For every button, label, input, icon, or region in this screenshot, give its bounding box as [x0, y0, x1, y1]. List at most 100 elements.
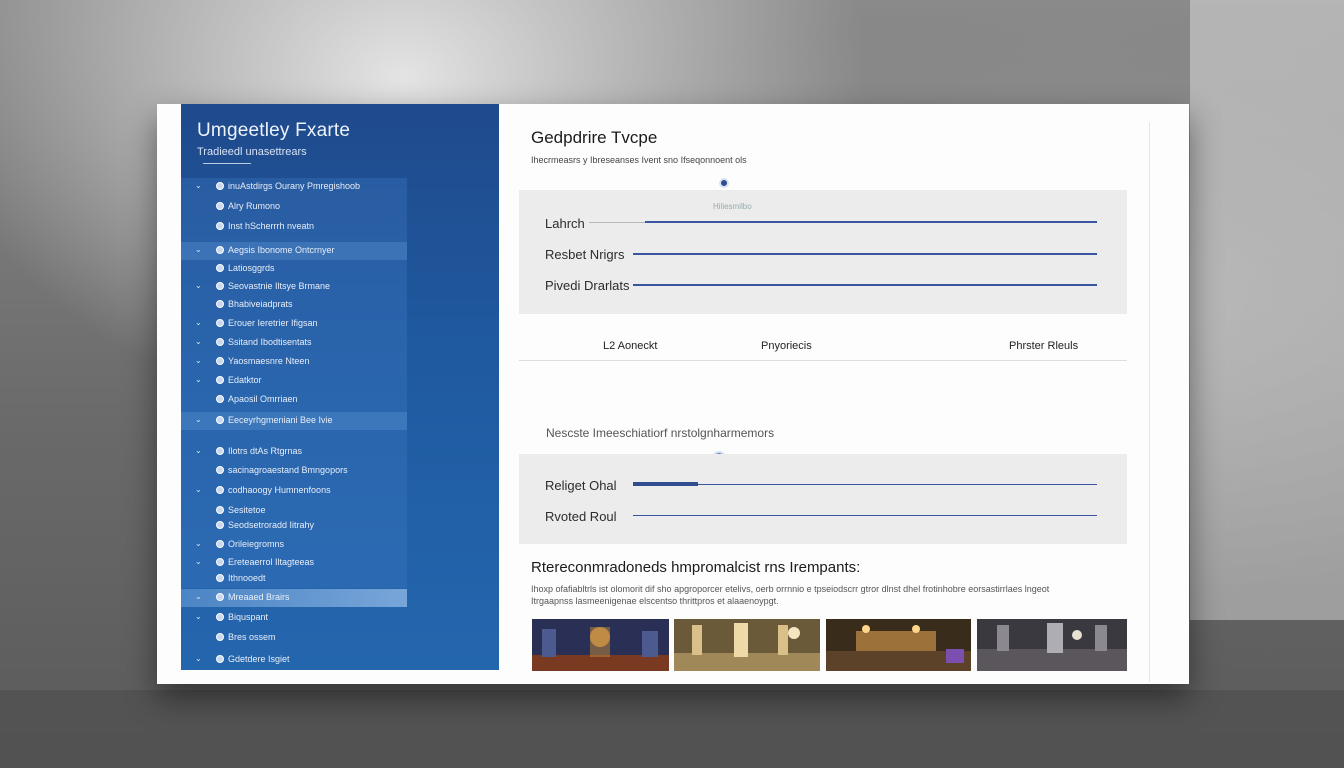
- chevron-down-icon[interactable]: ⌄: [195, 337, 202, 346]
- sidebar-item-label: sacinagroaestand Bmngopors: [228, 465, 348, 475]
- sidebar-item-label: Alry Rumono: [228, 201, 281, 211]
- thumbnail-photo-icon: [977, 619, 1127, 671]
- sidebar-item-label: Biquspant: [228, 612, 269, 622]
- progress-card: Religet Ohal Rvoted Roul: [519, 454, 1127, 544]
- sidebar-item-label: Bhabiveiadprats: [228, 299, 293, 309]
- sidebar-item[interactable]: Bhabiveiadprats: [181, 296, 407, 314]
- chevron-down-icon[interactable]: ⌄: [195, 485, 202, 494]
- sidebar-item[interactable]: sacinagroaestand Bmngopors: [181, 462, 407, 480]
- row-slider[interactable]: [633, 515, 1097, 516]
- chevron-down-icon[interactable]: ⌄: [195, 245, 202, 254]
- sidebar-item[interactable]: Apaosil Omrriaen: [181, 391, 407, 409]
- card-row-label: Resbet Nrigrs: [545, 247, 625, 262]
- progress-track: [633, 484, 1097, 485]
- thumbnail-image[interactable]: [826, 619, 971, 671]
- bullet-icon: [216, 246, 224, 254]
- sidebar-item[interactable]: ⌄ Seovastnie Iltsye Brmane: [181, 278, 407, 296]
- progress-fill[interactable]: [633, 482, 698, 486]
- chevron-down-icon[interactable]: ⌄: [195, 654, 202, 663]
- sidebar-item-label: Seodsetroradd Iitrahy: [228, 520, 315, 530]
- sidebar-item-label: codhaoogy Humnenfoons: [228, 485, 331, 495]
- bullet-icon: [216, 319, 224, 327]
- row-slider[interactable]: [633, 284, 1097, 286]
- sidebar-item[interactable]: ⌄ codhaoogy Humnenfoons: [181, 482, 407, 500]
- bullet-icon: [216, 282, 224, 290]
- sidebar-item-label: Gdetdere Isgiet: [228, 654, 290, 664]
- sidebar-item-label: Ereteaerrol Iltagteeas: [228, 557, 315, 567]
- sidebar-item[interactable]: ⌄ Aegsis Ibonome Ontcrnyer: [181, 242, 407, 260]
- chevron-down-icon[interactable]: ⌄: [195, 318, 202, 327]
- chevron-down-icon[interactable]: ⌄: [195, 375, 202, 384]
- chevron-down-icon[interactable]: ⌄: [195, 592, 202, 601]
- recommendations-title: Rtereconmradoneds hmpromalcist rns Iremp…: [531, 559, 861, 576]
- sidebar-item[interactable]: Ithnooedt: [181, 570, 407, 588]
- bullet-icon: [216, 613, 224, 621]
- sidebar-item[interactable]: Bres ossem: [181, 629, 407, 647]
- sidebar-item[interactable]: Seodsetroradd Iitrahy: [181, 517, 407, 535]
- row-slider[interactable]: [633, 253, 1097, 255]
- sidebar-item[interactable]: ⌄ Gdetdere Isgiet: [181, 651, 407, 669]
- sidebar-item[interactable]: ⌄ Ilotrs dtAs Rtgrnas: [181, 443, 407, 461]
- sidebar-item[interactable]: ⌄ Erouer Ieretrier Ifigsan: [181, 315, 407, 333]
- row-slider[interactable]: [645, 221, 1097, 223]
- thumbnail-image[interactable]: [674, 619, 820, 671]
- chevron-down-icon[interactable]: ⌄: [195, 539, 202, 548]
- sidebar-item-label: Ithnooedt: [228, 573, 266, 583]
- sidebar-item[interactable]: Inst hScherrrh nveatn: [181, 218, 407, 236]
- tab-item[interactable]: Phrster Rleuls: [1009, 340, 1078, 352]
- sidebar-item[interactable]: ⌄ Eeceyrhgmeniani Bee Ivie: [181, 412, 407, 430]
- thumbnail-image[interactable]: [532, 619, 669, 671]
- bullet-icon: [216, 655, 224, 663]
- sidebar-item-label: Mreaaed Brairs: [228, 592, 290, 602]
- sidebar-divider: [203, 163, 251, 164]
- sidebar-item[interactable]: ⌄ Orileiegromns: [181, 536, 407, 554]
- sidebar-item-label: Apaosil Omrriaen: [228, 394, 298, 404]
- sidebar: Umgeetley Fxarte Tradieedl unasettrears …: [181, 104, 499, 670]
- chevron-down-icon[interactable]: ⌄: [195, 612, 202, 621]
- bullet-icon: [216, 222, 224, 230]
- sidebar-item[interactable]: ⌄ Edatktor: [181, 372, 407, 390]
- thumbnail-image[interactable]: [977, 619, 1127, 671]
- sidebar-item-label: Erouer Ieretrier Ifigsan: [228, 318, 318, 328]
- sidebar-title: Umgeetley Fxarte: [197, 120, 351, 141]
- content-divider: [1149, 122, 1150, 682]
- chevron-down-icon[interactable]: ⌄: [195, 281, 202, 290]
- chevron-down-icon[interactable]: ⌄: [195, 181, 202, 190]
- sidebar-item[interactable]: ⌄ inuAstdirgs Ourany Pmregishoob: [181, 178, 407, 196]
- chevron-down-icon[interactable]: ⌄: [195, 557, 202, 566]
- chevron-down-icon[interactable]: ⌄: [195, 415, 202, 424]
- bullet-icon: [216, 376, 224, 384]
- sidebar-item[interactable]: ⌄ Biquspant: [181, 609, 407, 627]
- marker-icon[interactable]: [719, 178, 729, 188]
- sidebar-item[interactable]: Alry Rumono: [181, 198, 407, 216]
- bullet-icon: [216, 633, 224, 641]
- bullet-icon: [216, 574, 224, 582]
- bullet-icon: [216, 521, 224, 529]
- sidebar-item[interactable]: ⌄ Ssitand Ibodtisentats: [181, 334, 407, 352]
- sidebar-item[interactable]: Latiosggrds: [181, 260, 407, 278]
- app-window: Umgeetley Fxarte Tradieedl unasettrears …: [157, 104, 1189, 684]
- bullet-icon: [216, 338, 224, 346]
- sidebar-item[interactable]: ⌄ Mreaaed Brairs: [181, 589, 407, 607]
- bullet-icon: [216, 182, 224, 190]
- bullet-icon: [216, 264, 224, 272]
- card-caption: Hiliesmilbo: [713, 202, 752, 211]
- bullet-icon: [216, 202, 224, 210]
- tab-item[interactable]: L2 Aoneckt: [603, 340, 657, 352]
- tab-bar: L2 Aoneckt Pnyoriecis Phrster Rleuls: [519, 334, 1127, 361]
- bullet-icon: [216, 447, 224, 455]
- sidebar-item-label: Eeceyrhgmeniani Bee Ivie: [228, 415, 333, 425]
- sidebar-subtitle: Tradieedl unasettrears: [197, 146, 307, 158]
- tab-item[interactable]: Pnyoriecis: [761, 340, 812, 352]
- recommendations-description: Ihoxp ofafiabltrls ist olomorit dif sho …: [531, 584, 1050, 606]
- sidebar-item[interactable]: ⌄ Yaosmaesnre Nteen: [181, 353, 407, 371]
- chevron-down-icon[interactable]: ⌄: [195, 446, 202, 455]
- chevron-down-icon[interactable]: ⌄: [195, 356, 202, 365]
- bullet-icon: [216, 558, 224, 566]
- background-floor: [0, 690, 1344, 768]
- sidebar-item-label: Ilotrs dtAs Rtgrnas: [228, 446, 303, 456]
- page-description: Ihecrmeasrs y Ibreseanses Ivent sno Ifse…: [531, 155, 747, 165]
- sidebar-item-label: Aegsis Ibonome Ontcrnyer: [228, 245, 335, 255]
- sidebar-item-label: Latiosggrds: [228, 263, 275, 273]
- card-row-label: Religet Ohal: [545, 478, 617, 493]
